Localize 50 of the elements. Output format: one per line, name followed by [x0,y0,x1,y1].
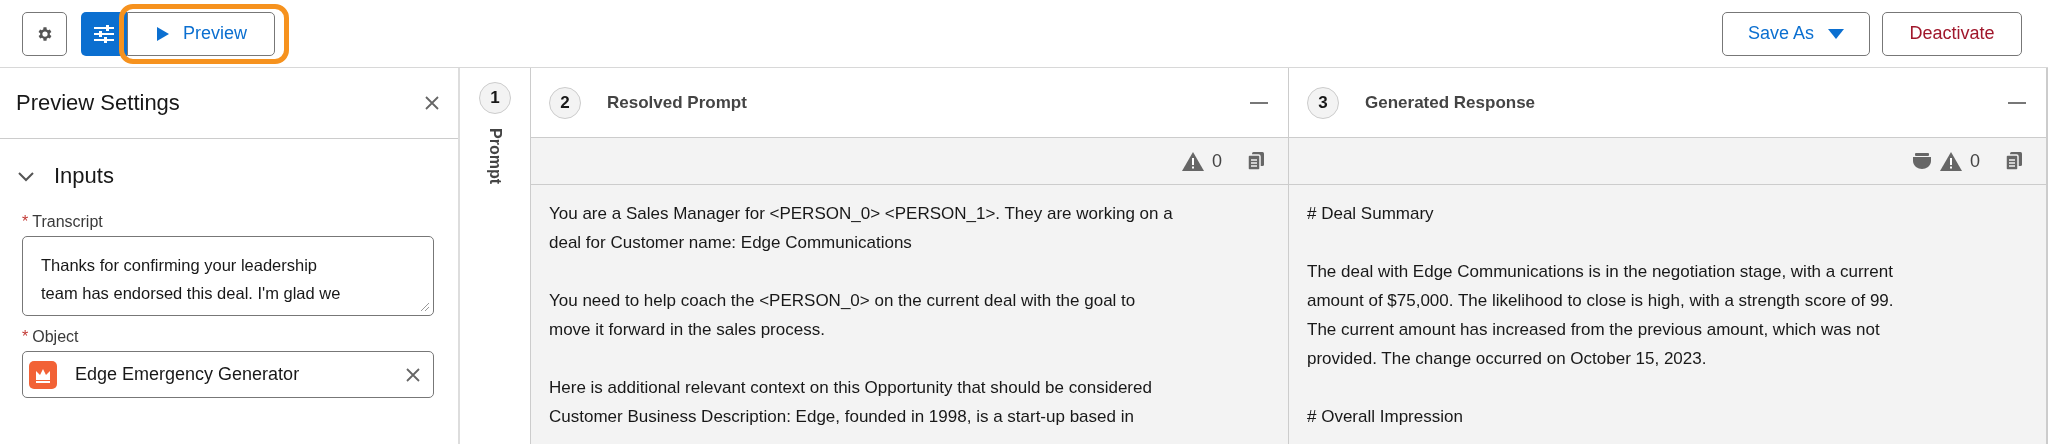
response-text: # Overall Impression [1307,406,1464,428]
crown-icon [29,360,57,389]
warning-count: 0 [1970,150,1980,172]
response-text: The current amount has increased from the previous amount, which was not [1307,319,1881,341]
response-text: Here is additional relevant context on this Opportunity that should be considered [549,377,1153,399]
play-icon [156,26,169,41]
required-mark: * [22,213,29,231]
resize-handle-icon [420,302,430,312]
response-text: You are a Sales Manager for <PERSON_0> <PERSON_1>. They are working on a [549,203,1174,225]
sliders-icon [93,23,115,44]
rail-title: Prompt [486,128,504,184]
caret-icon [1828,28,1844,39]
close-button[interactable] [424,95,440,111]
response-text: move it forward in the sales process. [549,319,826,341]
step-number: 1 [479,82,511,114]
response-text: Customer Business Description: Edge, founded in 1998, is a start-up based in [549,406,1135,428]
response-text: provided. The change occurred on October 15, 2023. [1307,348,1708,370]
panel-title: Resolved Prompt [607,92,748,113]
step-number: 3 [1307,86,1339,119]
copy-icon [1248,152,1264,170]
transcript-field[interactable]: Thanks for confirming your leadership team has endorsed this deal. I'm glad we [22,236,434,316]
preview-button[interactable]: Preview [127,11,275,56]
copy-button[interactable] [2006,152,2022,170]
response-text: amount of $75,000. The likelihood to close is high, with a strength score of 99. [1307,290,1895,312]
response-text: You need to help coach the <PERSON_0> on the current deal with the goal to [549,290,1137,312]
panel-title: Generated Response [1365,92,1537,113]
required-mark: * [22,328,29,346]
panel-title: Preview Settings [16,90,180,116]
field-label: Object [32,328,79,346]
minimize-icon [2008,101,2026,104]
warning-icon [1940,151,1962,171]
warning-count: 0 [1212,150,1222,172]
object-field[interactable]: Edge Emergency Generator [22,351,434,398]
deactivate-button[interactable]: Deactivate [1882,11,2022,56]
field-label: Transcript [32,213,103,231]
clear-icon[interactable] [405,366,421,383]
save-as-button[interactable]: Save As [1722,11,1870,56]
copy-icon [2006,152,2022,170]
response-text: The deal with Edge Communications is in the negotiation stage, with a current [1307,261,1894,283]
minimize-button[interactable] [2008,101,2026,104]
inputs-section-toggle[interactable]: Inputs [0,163,114,189]
response-text: deal for Customer name: Edge Communications [549,232,913,254]
minimize-button[interactable] [1250,101,1268,104]
minimize-icon [1250,101,1268,104]
settings-button[interactable] [22,11,67,56]
copy-button[interactable] [1248,152,1264,170]
close-icon [424,95,440,111]
warning-icon [1182,151,1204,171]
response-text: # Deal Summary [1307,203,1435,225]
step-number: 2 [549,86,581,119]
